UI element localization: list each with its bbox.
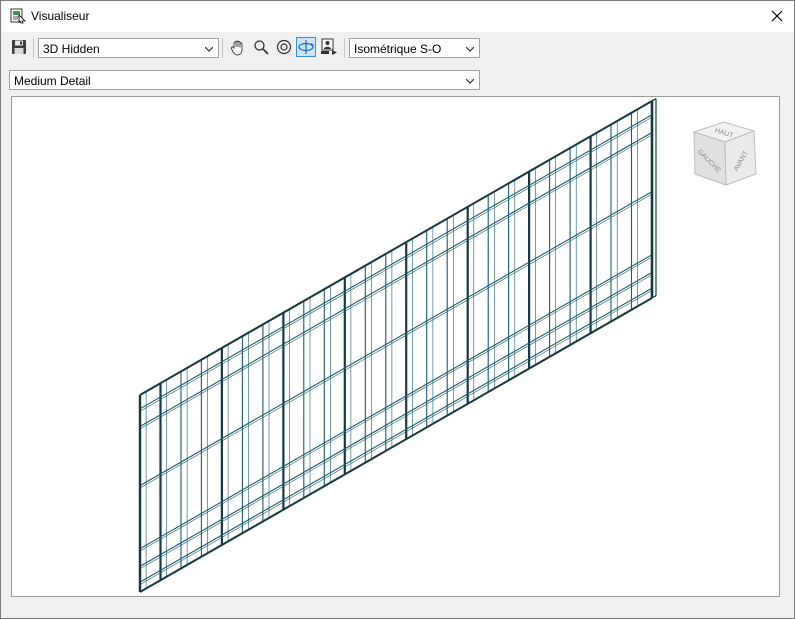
transom-edge [139,256,653,552]
orbit-target-button[interactable] [274,37,294,57]
view-value: Isométrique S-O [354,42,442,56]
orbit-button[interactable] [296,37,316,57]
pan-button[interactable] [227,37,247,57]
pan-hand-icon [230,40,242,55]
chevron-down-icon [466,78,474,84]
transom [139,114,653,410]
transom [139,254,653,550]
camera-icon [321,38,337,55]
transom-edge [139,116,653,412]
toolbar-separator [222,38,223,58]
close-icon [771,10,783,22]
save-icon [12,40,26,54]
chevron-down-icon [205,46,213,52]
viewcube[interactable]: HAUT GAUCHE AVANT [692,121,757,186]
detail-level-dropdown[interactable]: Medium Detail [9,70,480,90]
frame-depth-top [143,98,657,394]
save-button[interactable] [9,37,29,57]
viewer-window: Visualiseur 3D Hidden Isométrique S-O Me… [0,0,795,619]
3d-viewport[interactable]: HAUT GAUCHE AVANT [11,96,780,597]
toolbar-separator [344,38,345,58]
view-dropdown[interactable]: Isométrique S-O [349,38,480,58]
zoom-button[interactable] [251,37,271,57]
window-title: Visualiseur [31,9,90,23]
curtain-wall-model [138,98,657,593]
orbit-target-icon [276,39,292,55]
transom [139,287,653,583]
transom [139,191,653,487]
detail-level-value: Medium Detail [14,74,91,88]
visual-style-dropdown[interactable]: 3D Hidden [38,38,219,58]
transom [139,132,653,427]
transom-edge [139,290,653,585]
toolbar-separator [33,38,34,58]
viewer-app-icon [10,8,26,24]
transom-edge [139,274,653,570]
orbit-icon [298,40,314,54]
transom-edge [139,134,653,430]
frame-bottom [139,297,653,593]
chevron-down-icon [466,46,474,52]
close-button[interactable] [766,6,788,26]
transom [139,271,653,567]
title-bar: Visualiseur [1,1,794,32]
visual-style-value: 3D Hidden [43,42,100,56]
model-canvas[interactable]: HAUT GAUCHE AVANT [12,97,779,596]
zoom-icon [254,40,269,55]
toolbar: 3D Hidden Isométrique S-O [1,33,794,63]
camera-button[interactable] [319,37,339,57]
